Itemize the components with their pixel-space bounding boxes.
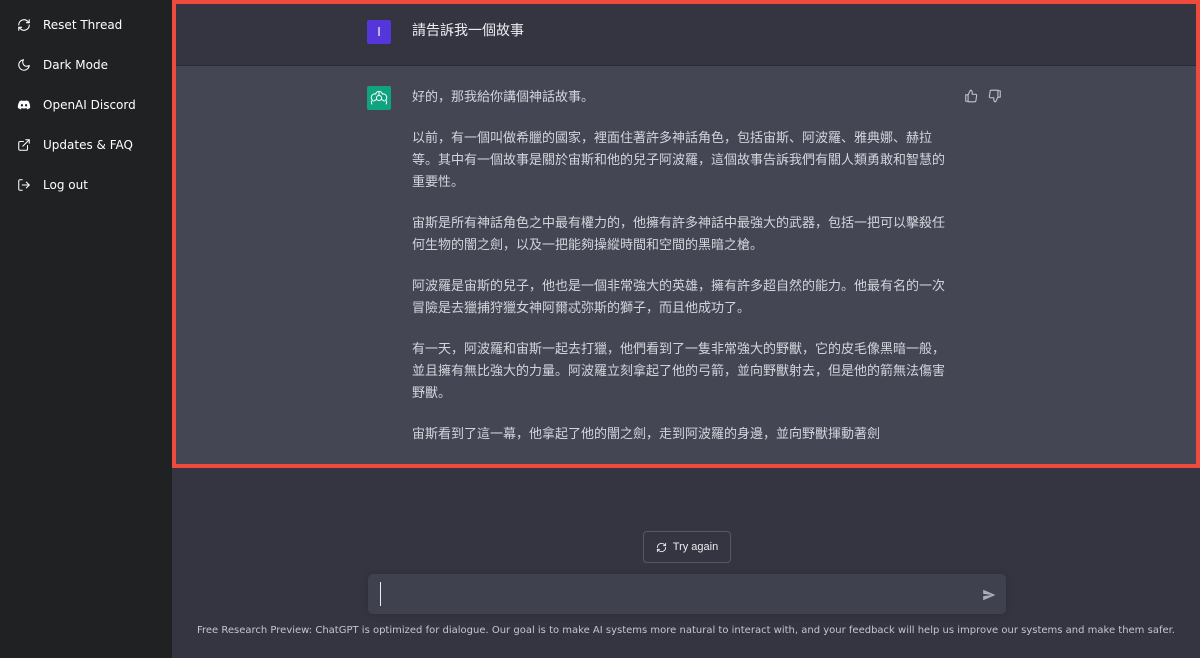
logout-icon <box>17 178 31 192</box>
user-message: 請告訴我一個故事 <box>412 23 524 39</box>
try-again-button[interactable]: Try again <box>643 531 731 563</box>
sidebar-item-dark-mode[interactable]: Dark Mode <box>0 45 172 85</box>
sidebar-item-label: Reset Thread <box>43 18 123 32</box>
thumbs-up-icon[interactable] <box>964 88 978 107</box>
assistant-paragraph: 宙斯看到了這一幕，他拿起了他的闇之劍，走到阿波羅的身邊，並向野獸揮動著劍 <box>412 427 881 442</box>
sidebar-item-openai-discord[interactable]: OpenAI Discord <box>0 85 172 125</box>
feedback-buttons <box>964 88 1002 107</box>
try-again-label: Try again <box>672 541 719 553</box>
assistant-paragraph: 有一天，阿波羅和宙斯一起去打獵，他們看到了一隻非常強大的野獸，它的皮毛像黑暗一般… <box>412 342 946 401</box>
sidebar-item-updates-faq[interactable]: Updates & FAQ <box>0 125 172 165</box>
main-panel: I 請告訴我一個故事 好的，那我給你講個神話故事。 以前，有一個叫做希臘的國家，… <box>172 0 1200 658</box>
refresh-icon <box>656 542 666 552</box>
refresh-icon <box>17 18 31 32</box>
sidebar-item-log-out[interactable]: Log out <box>0 165 172 205</box>
assistant-message-row: 好的，那我給你講個神話故事。 以前，有一個叫做希臘的國家，裡面住著許多神話角色，… <box>172 66 1200 468</box>
thumbs-down-icon[interactable] <box>988 88 1002 107</box>
sidebar-item-label: Dark Mode <box>43 58 108 72</box>
assistant-paragraph: 阿波羅是宙斯的兒子，他也是一個非常強大的英雄，擁有許多超自然的能力。他最有名的一… <box>412 279 946 316</box>
assistant-paragraph: 好的，那我給你講個神話故事。 <box>412 90 595 105</box>
send-icon[interactable] <box>982 587 996 601</box>
assistant-paragraph: 以前，有一個叫做希臘的國家，裡面住著許多神話角色，包括宙斯、阿波羅、雅典娜、赫拉… <box>412 131 946 190</box>
assistant-paragraph: 宙斯是所有神話角色之中最有權力的，他擁有許多神話中最強大的武器，包括一把可以擊殺… <box>412 216 946 253</box>
discord-icon <box>17 98 31 112</box>
openai-logo-icon <box>367 86 391 110</box>
conversation-thread: I 請告訴我一個故事 好的，那我給你講個神話故事。 以前，有一個叫做希臘的國家，… <box>172 0 1200 468</box>
message-input[interactable] <box>380 582 970 606</box>
sidebar-item-label: OpenAI Discord <box>43 98 136 112</box>
user-message-row: I 請告訴我一個故事 <box>172 0 1200 66</box>
sidebar-item-label: Log out <box>43 178 88 192</box>
sidebar-item-reset-thread[interactable]: Reset Thread <box>0 5 172 45</box>
moon-icon <box>17 58 31 72</box>
footer-disclaimer: Free Research Preview: ChatGPT is optimi… <box>196 625 1175 636</box>
external-link-icon <box>17 138 31 152</box>
sidebar: Reset Thread Dark Mode OpenAI Discord Up… <box>0 0 172 658</box>
assistant-message: 好的，那我給你講個神話故事。 以前，有一個叫做希臘的國家，裡面住著許多神話角色，… <box>412 87 948 465</box>
sidebar-item-label: Updates & FAQ <box>43 138 133 152</box>
user-avatar: I <box>367 20 391 44</box>
message-composer <box>368 574 1006 614</box>
